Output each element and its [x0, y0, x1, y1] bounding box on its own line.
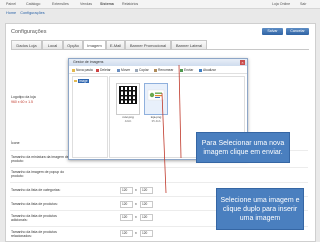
callout-connector: [161, 92, 167, 194]
callout-connector: [178, 64, 182, 159]
select-hint-callout: Selecione uma imagem e clique duplo para…: [216, 188, 304, 230]
select-hint-text: Selecione uma imagem e clique duplo para…: [220, 196, 300, 222]
upload-hint-text: Para Selecionar uma nova imagem clique e…: [201, 139, 285, 156]
upload-hint-callout: Para Selecionar uma nova imagem clique e…: [196, 132, 290, 163]
